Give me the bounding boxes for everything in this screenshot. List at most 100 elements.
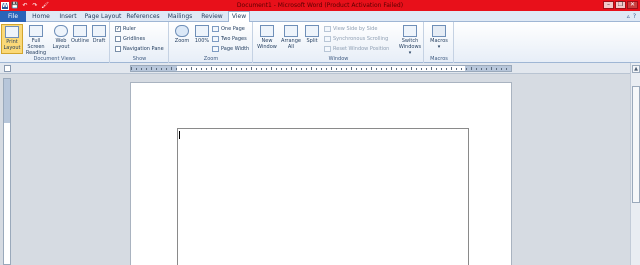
tab-selector[interactable]: [4, 65, 11, 72]
ruler-tick: [206, 68, 207, 70]
gridlines-checkbox[interactable]: Gridlines: [115, 34, 145, 43]
scroll-thumb[interactable]: [632, 86, 640, 203]
macros-icon: [432, 25, 446, 37]
ruler-tick: [481, 68, 482, 70]
arrange-all-button[interactable]: Arrange All: [279, 24, 303, 54]
ruler-tick: [246, 68, 247, 70]
ruler-tick: [496, 68, 497, 70]
ruler-tick: [401, 68, 402, 70]
ruler-tick: [321, 68, 322, 70]
view-side-by-side-button[interactable]: View Side by Side: [324, 24, 377, 33]
tab-references[interactable]: References: [124, 11, 162, 22]
zoom-button[interactable]: Zoom: [171, 24, 193, 54]
group-label-zoom: Zoom: [203, 56, 219, 62]
ruler-tick: [146, 68, 147, 70]
tab-mailings[interactable]: Mailings: [165, 11, 195, 22]
ruler-tick: [341, 68, 342, 70]
ruler-tick: [376, 68, 377, 70]
one-page-button[interactable]: One Page: [212, 24, 245, 33]
zoom-100-icon: [195, 25, 209, 37]
ruler-tick: [221, 68, 222, 70]
horizontal-ruler[interactable]: [130, 65, 512, 72]
vertical-ruler[interactable]: [3, 78, 11, 265]
print-layout-icon: [5, 26, 19, 38]
ruler-tick: [426, 68, 427, 70]
help-icon[interactable]: ?: [633, 13, 636, 20]
macros-button[interactable]: Macros ▾: [428, 24, 450, 54]
zoom-100-button[interactable]: 100%: [191, 24, 213, 54]
ruler-tick: [191, 67, 192, 70]
tab-insert[interactable]: Insert: [55, 11, 81, 22]
text-area[interactable]: [177, 128, 469, 265]
ruler-tick: [196, 68, 197, 70]
ruler-tick: [281, 68, 282, 70]
group-macros: Macros ▾ Macros: [425, 22, 454, 63]
page-width-icon: [212, 45, 219, 52]
ruler-tick: [371, 67, 372, 70]
ruler-tick: [331, 67, 332, 70]
draft-button[interactable]: Draft: [89, 24, 109, 54]
group-label-window: Window: [328, 56, 349, 62]
outline-icon: [73, 25, 87, 37]
reset-window-position-icon: [324, 45, 331, 52]
minimize-ribbon-icon[interactable]: ▵: [627, 13, 630, 20]
ruler-tick: [381, 68, 382, 70]
one-page-icon: [212, 25, 219, 32]
navigation-pane-label: Navigation Pane: [123, 45, 164, 52]
group-label-show: Show: [132, 56, 147, 62]
new-window-button[interactable]: New Window: [255, 24, 279, 54]
ruler-tick: [491, 67, 492, 70]
ruler-tick: [306, 68, 307, 70]
vertical-scrollbar[interactable]: ▲: [630, 63, 640, 265]
tab-review[interactable]: Review: [199, 11, 225, 22]
ruler-tick: [446, 68, 447, 70]
ribbon: Print Layout Full Screen Reading Web Lay…: [0, 22, 640, 63]
reset-window-position-button[interactable]: Reset Window Position: [324, 44, 389, 53]
ruler-tick: [456, 68, 457, 70]
navigation-pane-checkbox[interactable]: Navigation Pane: [115, 44, 164, 53]
two-pages-icon: [212, 35, 219, 42]
two-pages-button[interactable]: Two Pages: [212, 34, 247, 43]
restore-button[interactable]: ❐: [615, 1, 626, 9]
ruler-tick: [396, 68, 397, 70]
full-screen-reading-button[interactable]: Full Screen Reading: [23, 24, 49, 56]
ruler-checkbox[interactable]: ✓ Ruler: [115, 24, 136, 33]
ruler-tick: [451, 67, 452, 70]
split-button[interactable]: Split: [301, 24, 323, 54]
ruler-tick: [366, 68, 367, 70]
group-zoom: Zoom 100% One Page Two Pages Page Width …: [170, 22, 253, 63]
draft-icon: [92, 25, 106, 37]
ruler-tick: [276, 68, 277, 70]
scroll-up-button[interactable]: ▲: [632, 65, 640, 73]
ruler-tick: [436, 68, 437, 70]
ruler-tick: [236, 68, 237, 70]
ruler-label: Ruler: [123, 25, 136, 32]
outline-button[interactable]: Outline: [69, 24, 91, 54]
title-bar: W 💾 ↶ ↷ 🖌 Document1 - Microsoft Word (Pr…: [0, 0, 640, 11]
ribbon-tabs: File Home Insert Page Layout References …: [0, 11, 640, 23]
minimize-button[interactable]: –: [603, 1, 614, 9]
full-screen-reading-icon: [29, 25, 43, 37]
print-layout-button[interactable]: Print Layout: [1, 24, 23, 54]
document-page[interactable]: [130, 82, 512, 265]
ruler-tick: [161, 68, 162, 70]
ruler-tick: [461, 68, 462, 70]
close-button[interactable]: ✕: [627, 1, 638, 9]
tab-page-layout[interactable]: Page Layout: [84, 11, 122, 22]
document-area: [12, 74, 630, 265]
ruler-tick: [291, 67, 292, 70]
tab-file[interactable]: File: [0, 11, 26, 22]
text-cursor: [179, 131, 180, 139]
ruler-tick: [486, 68, 487, 70]
page-width-button[interactable]: Page Width: [212, 44, 249, 53]
group-document-views: Print Layout Full Screen Reading Web Lay…: [0, 22, 110, 63]
ruler-tick: [201, 68, 202, 70]
switch-windows-button[interactable]: Switch Windows ▾: [397, 24, 423, 56]
ruler-tick: [226, 68, 227, 70]
ruler-tick: [416, 68, 417, 70]
ruler-tick: [386, 68, 387, 70]
tab-home[interactable]: Home: [28, 11, 54, 22]
synchronous-scrolling-button[interactable]: Synchronous Scrolling: [324, 34, 388, 43]
ruler-tick: [181, 68, 182, 70]
ruler-tick: [471, 67, 472, 70]
